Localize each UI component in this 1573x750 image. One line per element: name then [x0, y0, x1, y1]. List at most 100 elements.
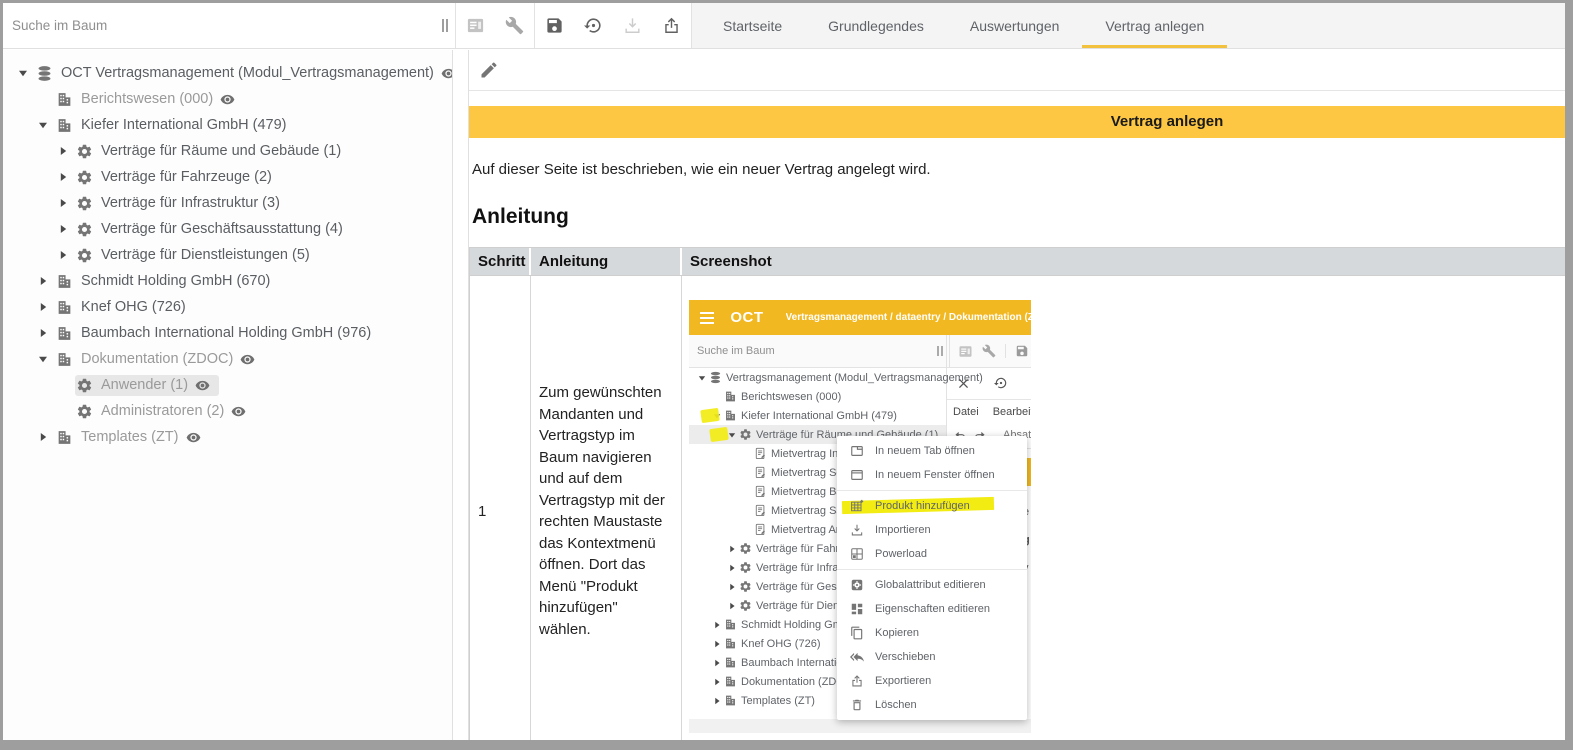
tree-item-label: Vertragsmanagement (Modul_Vertragsmanage…	[726, 372, 983, 384]
caret-right-icon[interactable]	[31, 302, 55, 312]
edit-button[interactable]	[479, 60, 499, 80]
tree-item[interactable]: Knef OHG (726)	[3, 294, 452, 320]
caret-right-icon	[38, 276, 48, 286]
caret-down-icon[interactable]	[31, 120, 55, 130]
contract-icon	[754, 485, 767, 498]
tree-item-label: Templates (ZT)	[741, 695, 815, 707]
building-icon	[724, 390, 737, 403]
download-button[interactable]	[613, 3, 652, 48]
tree-search[interactable]	[3, 3, 435, 48]
building-icon	[723, 675, 737, 688]
contract-icon	[754, 523, 767, 536]
tab-startseite[interactable]: Startseite	[700, 3, 805, 48]
caret-right-icon	[728, 545, 736, 553]
tree-item[interactable]: Anwender (1)	[3, 372, 452, 398]
caret-down-icon[interactable]	[11, 68, 35, 78]
tree-item[interactable]: Dokumentation (ZDOC)	[3, 346, 452, 372]
caret-down-icon	[38, 354, 48, 364]
caret-right-icon	[58, 224, 68, 234]
caret-right-icon[interactable]	[51, 146, 75, 156]
search-input[interactable]	[12, 18, 435, 33]
caret-right-icon[interactable]	[31, 276, 55, 286]
download-icon	[623, 16, 642, 35]
tree-item[interactable]: Templates (ZT)	[3, 424, 452, 450]
powerload-icon	[850, 547, 864, 561]
shot-splitter-handle	[937, 346, 943, 356]
building-icon	[55, 117, 73, 134]
panel-button[interactable]	[456, 3, 495, 48]
caret-down-icon	[38, 120, 48, 130]
tree-item[interactable]: Schmidt Holding GmbH (670)	[3, 268, 452, 294]
caret-right-icon[interactable]	[31, 432, 55, 442]
tree-item-label: Kiefer International GmbH (479)	[741, 410, 897, 422]
tree-item[interactable]: Verträge für Dienstleistungen (5)	[3, 242, 452, 268]
building-icon	[56, 351, 73, 368]
eye-icon[interactable]	[441, 66, 453, 81]
eye-icon[interactable]	[195, 378, 210, 393]
navigation-tree: OCT Vertragsmanagement (Modul_Vertragsma…	[3, 50, 453, 740]
tab-bar: StartseiteGrundlegendesAuswertungenVertr…	[692, 3, 1565, 48]
eye-icon[interactable]	[240, 352, 255, 367]
caret-right-icon	[713, 621, 721, 629]
tree-item[interactable]: Berichtswesen (000)	[3, 86, 452, 112]
tree-item[interactable]: Administratoren (2)	[3, 398, 452, 424]
shot-menu-bearbeiten: Bearbeiten	[993, 406, 1031, 418]
tab-grundlegendes[interactable]: Grundlegendes	[805, 3, 947, 48]
tree-item-label: Verträge für Dienstleistungen (5)	[101, 247, 310, 263]
context-menu-item: Exportieren	[837, 669, 1027, 693]
context-menu-item: Eigenschaften editieren	[837, 597, 1027, 621]
context-menu-item: Importieren	[837, 518, 1027, 542]
tree-item-label: Schmidt Holding GmbH (670)	[81, 273, 270, 289]
tree-item[interactable]: Verträge für Räume und Gebäude (1)	[3, 138, 452, 164]
import-icon	[849, 523, 865, 537]
caret-right-icon	[725, 545, 738, 553]
caret-down-icon[interactable]	[31, 354, 55, 364]
tree-item[interactable]: Baumbach International Holding GmbH (976…	[3, 320, 452, 346]
eye-icon[interactable]	[186, 430, 201, 445]
menu-divider	[837, 569, 1027, 570]
caret-right-icon[interactable]	[31, 328, 55, 338]
tree-item[interactable]: Kiefer International GmbH (479)	[3, 112, 452, 138]
history-button[interactable]	[574, 3, 613, 48]
upload-button[interactable]	[652, 3, 691, 48]
wrench-button[interactable]	[495, 3, 534, 48]
tab-auswertungen[interactable]: Auswertungen	[947, 3, 1083, 48]
trash-icon	[849, 698, 865, 712]
tree-item[interactable]: Verträge für Fahrzeuge (2)	[3, 164, 452, 190]
tree-item-label: Kiefer International GmbH (479)	[81, 117, 287, 133]
export-icon	[849, 674, 865, 688]
caret-right-icon[interactable]	[51, 250, 75, 260]
page-banner: Vertrag anlegen	[469, 106, 1565, 138]
tree-item[interactable]: OCT Vertragsmanagement (Modul_Vertragsma…	[3, 60, 452, 86]
tree-item[interactable]: Verträge für Infrastruktur (3)	[3, 190, 452, 216]
eye-icon[interactable]	[231, 404, 246, 419]
caret-right-icon[interactable]	[51, 172, 75, 182]
tab-vertrag-anlegen[interactable]: Vertrag anlegen	[1082, 3, 1227, 48]
database-icon	[709, 371, 722, 384]
building-icon	[723, 656, 737, 669]
gear-square-icon	[850, 578, 864, 592]
context-menu-item-label: In neuem Fenster öffnen	[875, 469, 995, 481]
tree-item-label: Baumbach International Holding GmbH (976…	[81, 325, 371, 341]
splitter-handle[interactable]	[435, 3, 455, 48]
save-button[interactable]	[535, 3, 574, 48]
building-icon	[724, 618, 737, 631]
caret-right-icon	[58, 146, 68, 156]
powerload-icon	[849, 547, 865, 561]
contract-icon	[753, 504, 767, 517]
caret-right-icon[interactable]	[51, 198, 75, 208]
col-screenshot: Screenshot	[682, 248, 1565, 275]
caret-right-icon	[710, 697, 723, 705]
window-icon	[850, 468, 864, 482]
database-icon	[36, 65, 53, 82]
eye-icon[interactable]	[220, 92, 235, 107]
building-icon	[723, 390, 737, 403]
save-icon	[1015, 344, 1029, 358]
tree-item[interactable]: Verträge für Geschäftsausstattung (4)	[3, 216, 452, 242]
caret-right-icon[interactable]	[51, 224, 75, 234]
context-menu-item: Globalattribut editieren	[837, 573, 1027, 597]
export-icon	[850, 674, 864, 688]
content-toolbar	[469, 50, 1565, 91]
caret-right-icon	[710, 640, 723, 648]
context-menu-item-label: In neuem Tab öffnen	[875, 445, 975, 457]
